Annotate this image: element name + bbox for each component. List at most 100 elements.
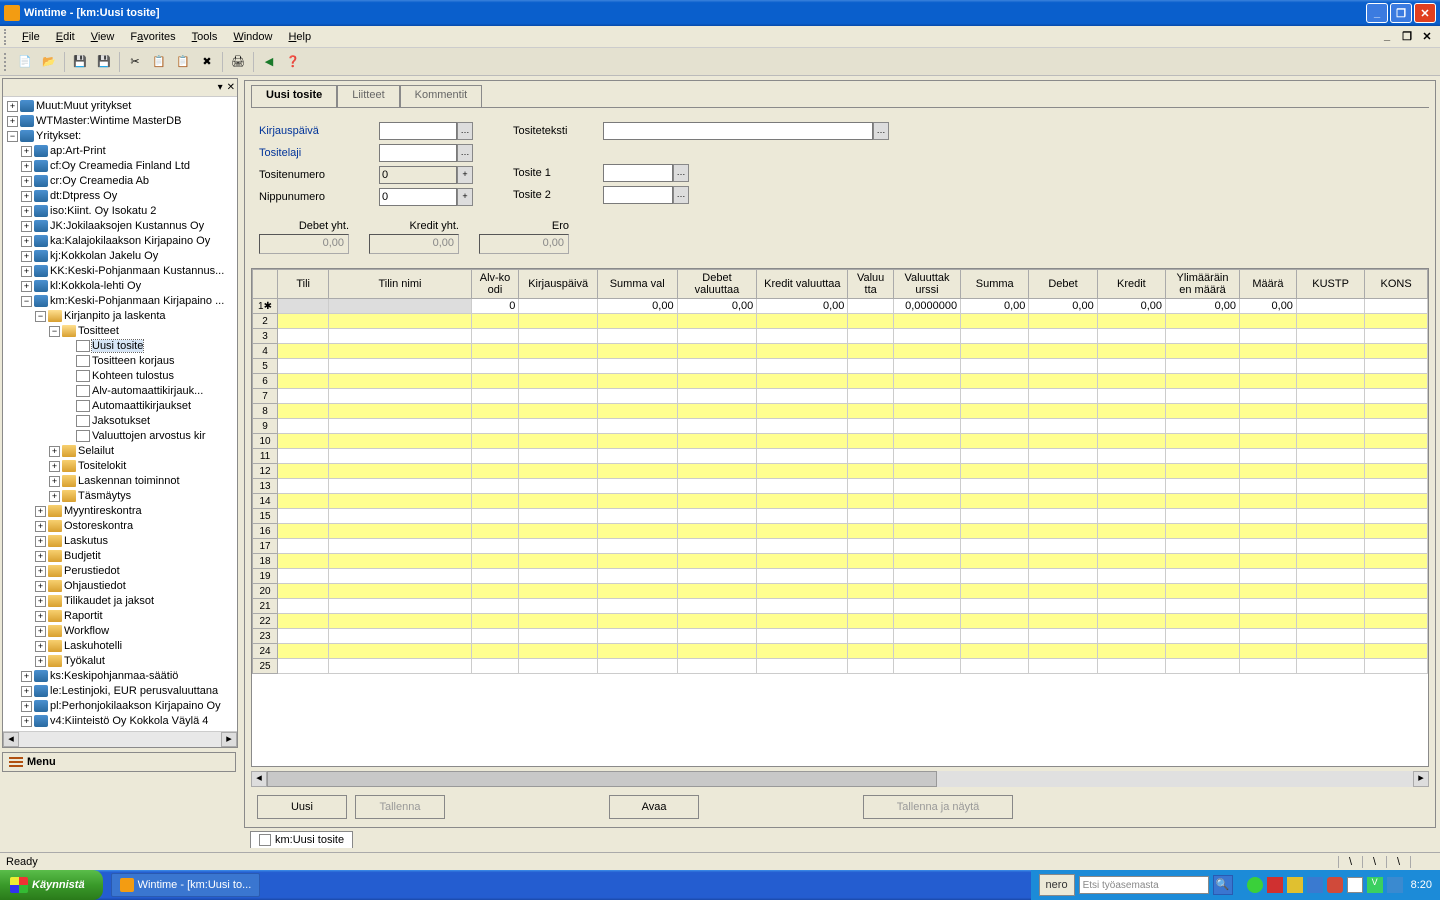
- grid-cell[interactable]: [893, 494, 960, 509]
- grid-cell[interactable]: [329, 464, 471, 479]
- column-header[interactable]: Debet valuuttaa: [677, 270, 757, 299]
- grid-cell[interactable]: [278, 524, 329, 539]
- grid-cell[interactable]: [848, 584, 894, 599]
- tree-item[interactable]: Ostoreskontra: [64, 520, 133, 532]
- tree-item[interactable]: Yritykset:: [36, 130, 81, 142]
- grid-cell[interactable]: [1365, 434, 1428, 449]
- grid-cell[interactable]: [757, 449, 848, 464]
- grid-cell[interactable]: [329, 659, 471, 674]
- grid-cell[interactable]: [1029, 419, 1097, 434]
- tree-item[interactable]: Ohjaustiedot: [64, 580, 126, 592]
- open-icon[interactable]: 📂: [38, 51, 60, 73]
- tree-expander[interactable]: +: [21, 266, 32, 277]
- tray-icon[interactable]: [1347, 877, 1363, 893]
- grid-cell[interactable]: [278, 449, 329, 464]
- column-header[interactable]: Alv-ko odi: [471, 270, 519, 299]
- grid-cell[interactable]: [1029, 389, 1097, 404]
- grid-cell[interactable]: [519, 344, 597, 359]
- grid-cell[interactable]: [597, 419, 677, 434]
- grid-cell[interactable]: [961, 659, 1029, 674]
- grid-cell[interactable]: [757, 434, 848, 449]
- grid-cell[interactable]: [1166, 644, 1240, 659]
- grid-cell[interactable]: [278, 644, 329, 659]
- row-header[interactable]: 24: [253, 644, 278, 659]
- grid-cell[interactable]: [893, 449, 960, 464]
- grid-cell[interactable]: [961, 569, 1029, 584]
- lookup-tosite1[interactable]: …: [673, 164, 689, 182]
- lookup-tositeteksti[interactable]: …: [873, 122, 889, 140]
- grid-cell[interactable]: [597, 554, 677, 569]
- grid-cell[interactable]: [1029, 539, 1097, 554]
- grid-cell[interactable]: [848, 449, 894, 464]
- grid-cell[interactable]: [1365, 314, 1428, 329]
- grid-cell[interactable]: [677, 419, 757, 434]
- grid-cell[interactable]: [329, 599, 471, 614]
- menu-favorites[interactable]: Favorites: [122, 29, 183, 45]
- grid-cell[interactable]: [961, 614, 1029, 629]
- grid-cell[interactable]: [961, 554, 1029, 569]
- grid-cell[interactable]: [1240, 494, 1297, 509]
- tree-item[interactable]: Jaksotukset: [92, 415, 150, 427]
- grid-cell[interactable]: [757, 359, 848, 374]
- grid-cell[interactable]: [757, 554, 848, 569]
- grid-cell[interactable]: [278, 614, 329, 629]
- grid-cell[interactable]: [1365, 479, 1428, 494]
- tree-expander[interactable]: +: [21, 191, 32, 202]
- grid-cell[interactable]: [893, 644, 960, 659]
- grid-cell[interactable]: [1296, 299, 1364, 314]
- grid-cell[interactable]: [961, 344, 1029, 359]
- row-header[interactable]: 18: [253, 554, 278, 569]
- tree-expander[interactable]: +: [49, 461, 60, 472]
- grid-cell[interactable]: [757, 404, 848, 419]
- grid-cell[interactable]: [1296, 434, 1364, 449]
- column-header[interactable]: Valuu tta: [848, 270, 894, 299]
- grid-cell[interactable]: [1166, 629, 1240, 644]
- grid-cell[interactable]: [893, 359, 960, 374]
- grid-cell[interactable]: 0,00: [757, 299, 848, 314]
- grid-cell[interactable]: [278, 299, 329, 314]
- input-tositenumero[interactable]: [379, 166, 457, 184]
- grid-cell[interactable]: [597, 599, 677, 614]
- grid-cell[interactable]: [677, 659, 757, 674]
- grid-cell[interactable]: [757, 464, 848, 479]
- grid-cell[interactable]: [1029, 599, 1097, 614]
- tree-expander[interactable]: +: [21, 146, 32, 157]
- grid-cell[interactable]: [597, 479, 677, 494]
- grid-cell[interactable]: [329, 584, 471, 599]
- grid-cell[interactable]: [961, 404, 1029, 419]
- grid-cell[interactable]: [1029, 314, 1097, 329]
- grid-cell[interactable]: [677, 329, 757, 344]
- grid-cell[interactable]: [961, 464, 1029, 479]
- doc-close-button[interactable]: ✕: [1420, 30, 1434, 44]
- tab-kommentit[interactable]: Kommentit: [400, 85, 483, 107]
- grid-cell[interactable]: [961, 629, 1029, 644]
- tree-item[interactable]: Alv-automaattikirjauk...: [92, 385, 203, 397]
- grid-cell[interactable]: [848, 629, 894, 644]
- column-header[interactable]: Summa val: [597, 270, 677, 299]
- grid-cell[interactable]: [848, 389, 894, 404]
- grid-cell[interactable]: [893, 389, 960, 404]
- grid-cell[interactable]: [471, 494, 519, 509]
- grid-cell[interactable]: [519, 569, 597, 584]
- grid-cell[interactable]: [1296, 419, 1364, 434]
- column-header[interactable]: Kirjauspäivä: [519, 270, 597, 299]
- grid-cell[interactable]: [848, 374, 894, 389]
- grid-cell[interactable]: [848, 554, 894, 569]
- grid-cell[interactable]: [1097, 599, 1165, 614]
- tree-item[interactable]: le:Lestinjoki, EUR perusvaluuttana: [50, 685, 218, 697]
- grid-cell[interactable]: [961, 374, 1029, 389]
- grid-cell[interactable]: [893, 629, 960, 644]
- row-header[interactable]: 6: [253, 374, 278, 389]
- grid-cell[interactable]: [1166, 524, 1240, 539]
- tree-expander[interactable]: +: [35, 566, 46, 577]
- grid-cell[interactable]: [893, 524, 960, 539]
- row-header[interactable]: 15: [253, 509, 278, 524]
- grid-cell[interactable]: [893, 374, 960, 389]
- grid-cell[interactable]: [1097, 344, 1165, 359]
- grid-cell[interactable]: [519, 314, 597, 329]
- grid-cell[interactable]: [597, 359, 677, 374]
- tree-expander[interactable]: +: [21, 221, 32, 232]
- grid-cell[interactable]: [757, 329, 848, 344]
- grid-cell[interactable]: [278, 404, 329, 419]
- grid-cell[interactable]: [1097, 359, 1165, 374]
